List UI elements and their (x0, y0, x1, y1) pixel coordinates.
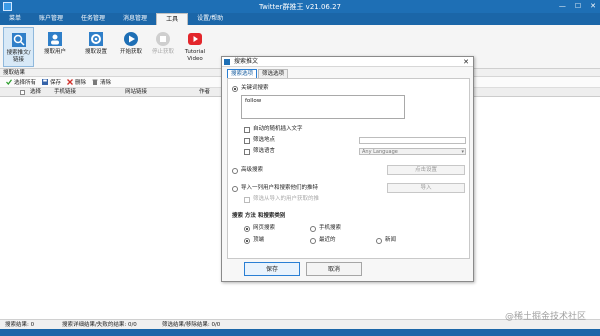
filter-language-option[interactable]: 筛选语言 (244, 148, 275, 155)
advanced-search-radio[interactable] (232, 167, 238, 174)
minimize-button[interactable]: — (559, 2, 566, 10)
column-web-link[interactable]: 网站链接 (125, 88, 147, 97)
window-title: Twitter群推王 v21.06.27 (258, 3, 341, 11)
import-users-option[interactable]: 导入一列用户和搜索他们的推特 (232, 185, 318, 192)
column-mobile-link[interactable]: 手机链接 (54, 88, 76, 97)
dialog-panel: 关键词搜索 follow 自动的随机插入文字 筛选地点 筛选语言 Any Lan… (227, 78, 470, 259)
random-text-checkbox[interactable] (244, 126, 250, 133)
clear-button[interactable]: 清除 (92, 78, 111, 86)
mobile-search-option[interactable]: 手机搜索 (310, 225, 341, 232)
settings-icon (89, 32, 103, 46)
language-select[interactable]: Any Language ▾ (359, 148, 466, 155)
filter-location-option[interactable]: 筛选地点 (244, 137, 275, 144)
filter-language-checkbox[interactable] (244, 148, 250, 155)
select-all-button[interactable]: 选择所有 (6, 78, 36, 86)
keyword-search-option[interactable]: 关键词搜索 (232, 85, 269, 92)
tutorial-video-button[interactable]: Tutorial Video (180, 27, 210, 67)
title-bar: Twitter群推王 v21.06.27 — ☐ ✕ (0, 0, 600, 13)
dialog-save-button[interactable]: 保存 (244, 262, 300, 276)
advanced-settings-button[interactable]: 点击设置 (387, 165, 465, 175)
select-all-checkbox[interactable] (20, 90, 25, 95)
stop-fetch-button[interactable]: 停止获取 (148, 27, 178, 67)
import-filter-option[interactable]: 筛选从导入的用户获取的推 (244, 196, 319, 203)
search-users-button[interactable]: 搜取用户 (40, 27, 70, 67)
stop-icon (156, 32, 170, 46)
type-latest-radio[interactable] (310, 237, 316, 244)
random-text-option[interactable]: 自动的随机插入文字 (244, 126, 303, 133)
chevron-down-icon: ▾ (461, 149, 464, 155)
menu-tasks[interactable]: 任务管理 (72, 13, 114, 25)
mobile-search-radio[interactable] (310, 225, 316, 232)
menu-tools[interactable]: 工具 (156, 13, 189, 25)
watermark: @稀土掘金技术社区 (504, 312, 586, 322)
column-author[interactable]: 作者 (199, 88, 210, 97)
location-input[interactable] (359, 137, 466, 144)
import-filter-checkbox[interactable] (244, 196, 250, 203)
bottom-strip (0, 329, 600, 336)
search-method-label: 搜索 方法 和搜索类别 (232, 213, 286, 219)
filter-location-checkbox[interactable] (244, 137, 250, 144)
search-tweets-icon (11, 33, 26, 47)
dialog-title-bar: 搜索推文 ✕ (222, 57, 473, 67)
column-select[interactable]: 选择 (30, 88, 41, 97)
keyword-search-radio[interactable] (232, 85, 238, 92)
keyword-input[interactable]: follow (241, 95, 405, 119)
search-settings-button[interactable]: 搜取设置 (81, 27, 111, 67)
menu-settings-help[interactable]: 设置/帮助 (188, 13, 232, 25)
close-button[interactable]: ✕ (590, 2, 596, 10)
tab-filter-options[interactable]: 筛选选项 (258, 69, 289, 78)
web-search-option[interactable]: 网页搜索 (244, 225, 275, 232)
dialog-tabs: 搜索选项 筛选选项 (227, 69, 289, 78)
dialog-cancel-button[interactable]: 取消 (306, 262, 362, 276)
type-top-radio[interactable] (244, 237, 250, 244)
type-news-option[interactable]: 新闻 (376, 237, 396, 244)
menu-accounts[interactable]: 账户管理 (30, 13, 72, 25)
delete-button[interactable]: 删除 (67, 78, 86, 86)
search-users-icon (48, 32, 62, 46)
advanced-search-option[interactable]: 高级搜索 (232, 167, 263, 174)
import-users-radio[interactable] (232, 185, 238, 192)
type-news-radio[interactable] (376, 237, 382, 244)
import-button[interactable]: 导入 (387, 183, 465, 193)
save-button[interactable]: 保存 (42, 78, 61, 86)
dialog-close-icon[interactable]: ✕ (463, 57, 469, 67)
type-latest-option[interactable]: 最近的 (310, 237, 336, 244)
maximize-button[interactable]: ☐ (575, 2, 581, 10)
delete-icon (67, 79, 73, 85)
play-icon (124, 32, 138, 46)
menu-messages[interactable]: 消息管理 (114, 13, 156, 25)
tab-search-options[interactable]: 搜索选项 (227, 69, 258, 78)
web-search-radio[interactable] (244, 225, 250, 232)
search-tweets-button[interactable]: 搜索推文/链接 (3, 27, 34, 67)
start-fetch-button[interactable]: 开始获取 (115, 27, 147, 67)
search-tweets-dialog: 搜索推文 ✕ 搜索选项 筛选选项 关键词搜索 follow 自动的随机插入文字 … (221, 56, 474, 282)
dialog-title: 搜索推文 (234, 58, 259, 65)
checkmark-icon (6, 79, 12, 85)
youtube-icon (188, 33, 202, 45)
menu-main[interactable]: 菜单 (0, 13, 30, 25)
trash-icon (92, 79, 98, 85)
menu-bar: 菜单 账户管理 任务管理 消息管理 工具 设置/帮助 (0, 13, 600, 25)
type-top-option[interactable]: 顶端 (244, 237, 264, 244)
dialog-icon (224, 59, 230, 65)
save-icon (42, 79, 49, 85)
